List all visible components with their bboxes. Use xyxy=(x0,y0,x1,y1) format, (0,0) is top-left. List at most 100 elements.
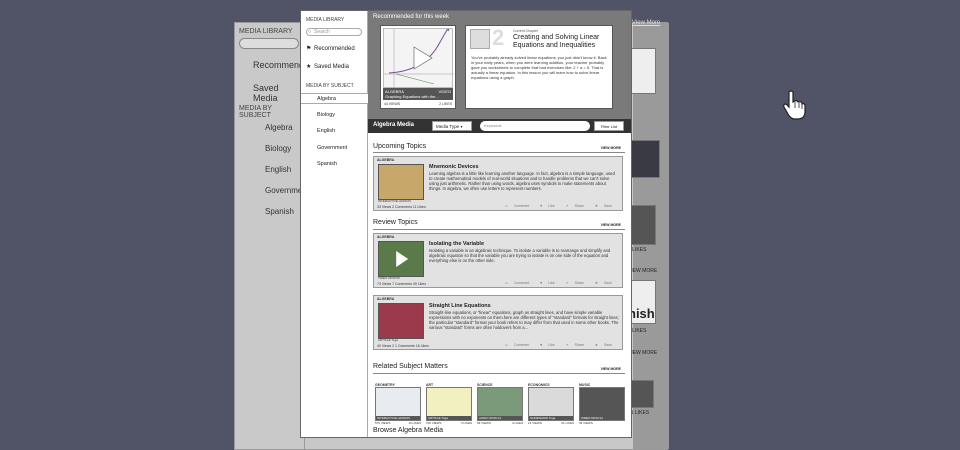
card-description: Learning algebra is a little like learni… xyxy=(429,171,615,191)
background-subject-caption: MEDIA BY SUBJECT xyxy=(239,105,272,119)
related-item-music[interactable]: MUSIC VIDEO 00:04:14 49 VIEWS xyxy=(579,383,625,425)
related-views: 99 VIEWS xyxy=(477,421,491,425)
star-icon: ★ xyxy=(594,281,599,285)
share-icon: ↗ xyxy=(565,281,569,285)
card-title: Mnemonic Devices xyxy=(429,164,479,170)
related-item-art[interactable]: ART ARTICLE Toga 706 VIEWS 3 LIKES xyxy=(426,383,472,425)
background-sidebar-caption: MEDIA LIBRARY xyxy=(239,28,293,35)
related-item-science[interactable]: SCIENCE AUDIO 00:06:14 99 VIEWS 4 LIKES xyxy=(477,383,523,425)
like-button[interactable]: ♥ Like xyxy=(535,343,554,347)
sidebar-item-saved-media[interactable]: ★ Saved Media xyxy=(306,63,349,70)
video-title: Graphing Equations with the... xyxy=(385,94,439,99)
sidebar-item-recommended[interactable]: ⚑ Recommended xyxy=(306,45,355,52)
star-icon: ★ xyxy=(306,64,312,70)
share-label: Share xyxy=(574,343,584,347)
related-view-more-link[interactable]: VIEW MORE xyxy=(601,367,621,371)
video-views: 44 VIEWS xyxy=(384,102,401,106)
media-type-dropdown[interactable]: Media Type ▾ xyxy=(432,121,472,131)
search-input[interactable]: ○ Search xyxy=(306,28,362,36)
related-thumbnail: ARTICLE Toga xyxy=(426,387,472,421)
divider xyxy=(373,229,625,230)
related-item-economics[interactable]: ECONOMICS SLIDESHOW Toga 21 VIEWS 51 LIKE… xyxy=(528,383,574,425)
related-likes: 4 LIKES xyxy=(511,421,523,425)
comment-label: Comment xyxy=(514,343,530,347)
background-thumb xyxy=(628,205,656,245)
chapter-image xyxy=(470,29,490,49)
like-label: Like xyxy=(548,204,555,208)
sidebar-item-label: Saved Media xyxy=(314,64,350,70)
sidebar-item-label: Recommended xyxy=(314,46,355,52)
chevron-down-icon: ▾ xyxy=(460,124,463,129)
media-library-window: MEDIA LIBRARY ○ Search ⚑ Recommended ★ Sav… xyxy=(300,10,632,438)
related-views: 21 VIEWS xyxy=(528,421,542,425)
background-subject-spanish: Spanish xyxy=(265,207,294,216)
card-stats: 40 Views 2 1 Comments 16 Likes xyxy=(377,344,429,348)
share-button[interactable]: ↗ Share xyxy=(561,204,584,208)
save-button[interactable]: ★ Save xyxy=(590,204,612,208)
related-thumbnail: AUDIO 00:06:14 xyxy=(477,387,523,421)
like-icon: ♥ xyxy=(540,343,543,347)
recommended-hero: Recommended for this week ALGEBRA VIDEO … xyxy=(368,11,631,119)
video-likes: 2 LIKES xyxy=(439,102,452,106)
card-stats: 73 Views 7 Comments 49 Likes xyxy=(377,282,426,286)
save-button[interactable]: ★ Save xyxy=(590,343,612,347)
hand-cursor-icon xyxy=(782,90,806,125)
current-chapter-card[interactable]: 2 Current Chapter Creating and Solving L… xyxy=(465,25,613,109)
star-icon: ★ xyxy=(594,343,599,347)
video-length: VIDEO xyxy=(438,89,451,94)
hero-title: Recommended for this week xyxy=(373,14,450,20)
main-content: Recommended for this week ALGEBRA VIDEO … xyxy=(368,11,631,437)
save-button[interactable]: ★ Save xyxy=(590,281,612,285)
background-view-more-link: View More xyxy=(632,20,661,26)
sidebar-subject-caption: MEDIA BY SUBJECT xyxy=(306,83,354,89)
review-view-more-link[interactable]: VIEW MORE xyxy=(601,223,621,227)
sidebar-item-spanish[interactable]: Spanish xyxy=(317,161,337,167)
graph-plot xyxy=(384,25,454,89)
card-thumbnail xyxy=(378,164,424,200)
card-thumbnail xyxy=(378,303,424,339)
background-thumb xyxy=(628,48,656,94)
related-item-geometry[interactable]: GEOMETRY INTERACTIVE LESSON 575 VIEWS 10 … xyxy=(375,383,421,425)
background-subject-biology: Biology xyxy=(265,144,292,153)
like-button[interactable]: ♥ Like xyxy=(535,281,554,285)
filter-list-button[interactable]: Filter List xyxy=(594,121,624,131)
background-search-input xyxy=(239,38,299,49)
sidebar-item-algebra[interactable]: Algebra xyxy=(301,93,368,104)
keywords-input[interactable]: Keywords xyxy=(480,121,590,131)
related-caption: ARTICLE Toga xyxy=(427,416,471,420)
sidebar-item-biology[interactable]: Biology xyxy=(317,112,335,118)
card-description: Isolating a variable is an algebraic tec… xyxy=(429,248,611,263)
like-button[interactable]: ♥ Like xyxy=(535,204,554,208)
review-heading: Review Topics xyxy=(373,219,418,226)
chapter-number: 2 xyxy=(492,25,505,50)
card-thumbnail xyxy=(378,241,424,277)
media-card[interactable]: ALGEBRA ARTICLE Toga Straight Line Equat… xyxy=(373,295,623,350)
toolbar-title: Algebra Media xyxy=(373,122,415,128)
media-card[interactable]: ALGEBRA INTERACTIVE LESSON Mnemonic Devi… xyxy=(373,156,623,211)
flag-icon: ⚑ xyxy=(306,46,312,52)
card-type: INTERACTIVE LESSON xyxy=(378,199,411,203)
browse-heading: Browse Algebra Media xyxy=(373,427,444,434)
background-fragment-text: nish xyxy=(628,306,655,321)
comment-button[interactable]: ▭ Comment xyxy=(500,343,529,347)
card-title: Isolating the Variable xyxy=(429,241,485,247)
comment-button[interactable]: ▭ Comment xyxy=(500,281,529,285)
like-icon: ♥ xyxy=(540,204,543,208)
comment-button[interactable]: ▭ Comment xyxy=(500,204,529,208)
sidebar-item-english[interactable]: English xyxy=(317,128,335,134)
related-caption: VIDEO 00:04:14 xyxy=(580,416,624,420)
share-button[interactable]: ↗ Share xyxy=(561,281,584,285)
related-caption: INTERACTIVE LESSON xyxy=(376,416,420,420)
upcoming-view-more-link[interactable]: VIEW MORE xyxy=(601,146,621,150)
share-icon: ↗ xyxy=(565,204,569,208)
like-icon: ♥ xyxy=(540,281,543,285)
card-title: Straight Line Equations xyxy=(429,303,491,309)
sidebar-item-government[interactable]: Government xyxy=(317,145,347,151)
divider xyxy=(373,373,625,374)
comment-icon: ▭ xyxy=(504,281,509,285)
card-stats: 33 Views 2 Comments 11 Likes xyxy=(377,205,426,209)
recommended-video-card[interactable]: ALGEBRA VIDEO Graphing Equations with th… xyxy=(380,25,456,109)
related-caption: AUDIO 00:06:14 xyxy=(478,416,522,420)
share-button[interactable]: ↗ Share xyxy=(561,343,584,347)
media-card[interactable]: ALGEBRA VIDEO 00:00:00 Isolating the Var… xyxy=(373,233,623,288)
